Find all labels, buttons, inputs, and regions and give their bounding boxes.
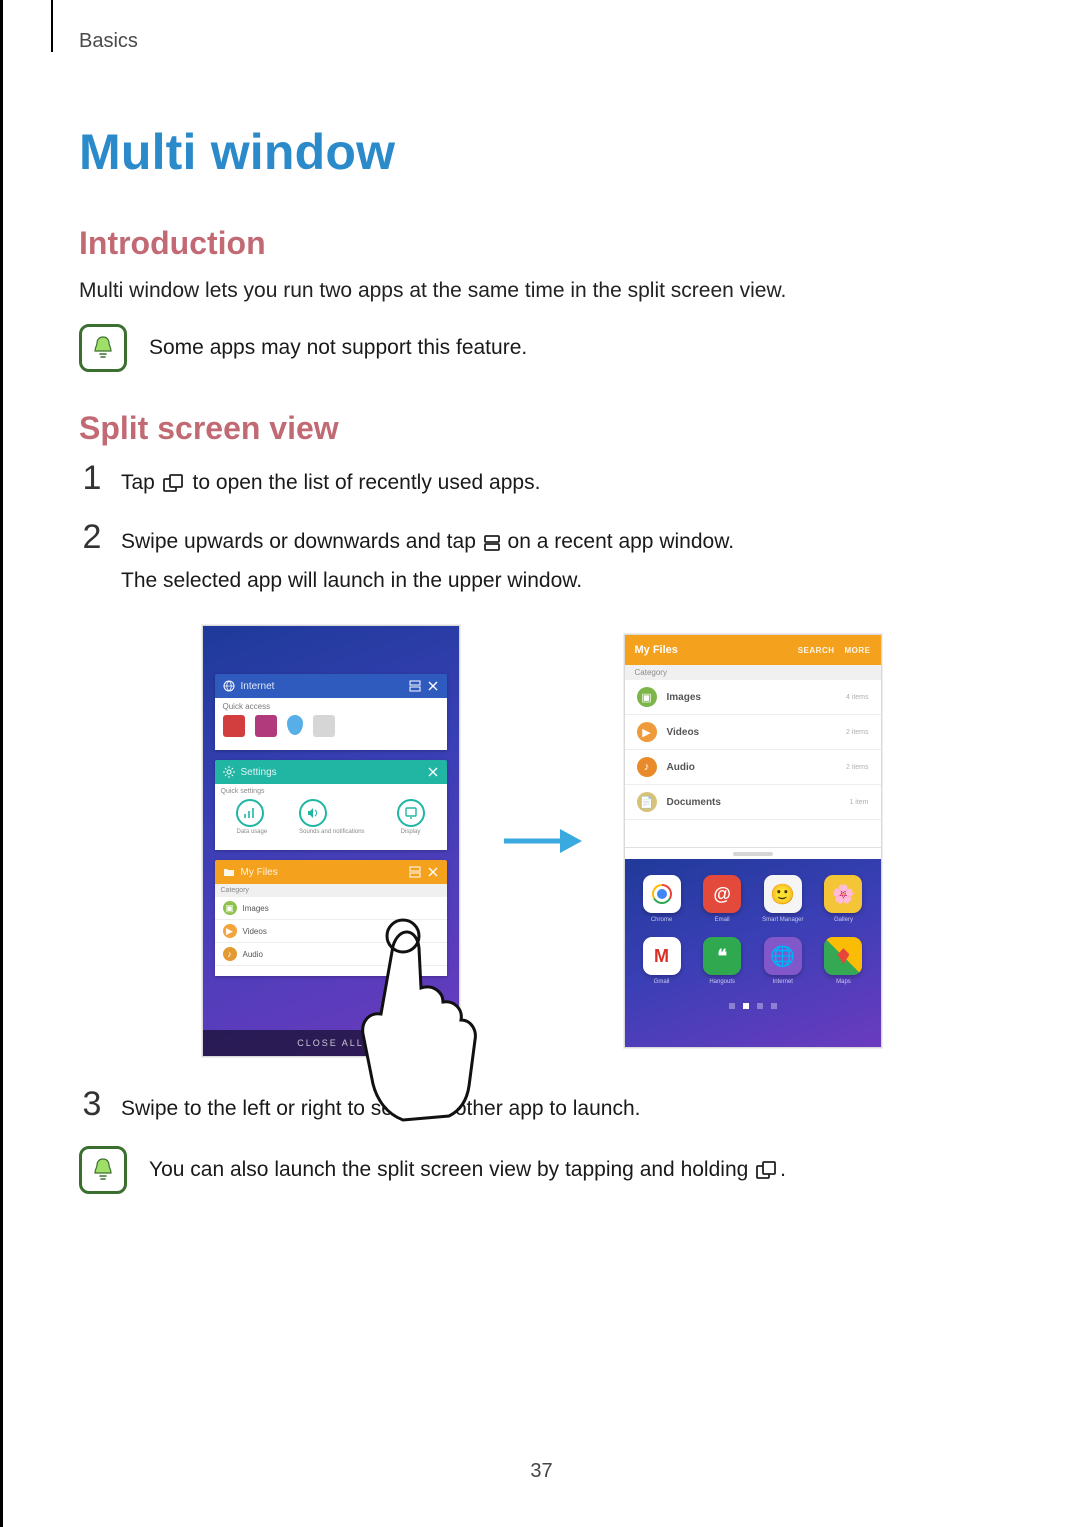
recents-card-settings: Settings Quick settings: [215, 760, 447, 850]
lbl-chrome: Chrome: [651, 917, 672, 923]
pager-dots: [639, 999, 867, 1017]
gallery-icon: 🌸: [824, 875, 862, 913]
close-icon: [427, 766, 439, 778]
note-icon: [79, 1146, 127, 1194]
folder-icon: [223, 866, 235, 878]
li-videos: Videos: [667, 727, 836, 738]
recents-card-myfiles: My Files Category ▣Images: [215, 860, 447, 976]
multiwindow-icon: [409, 866, 421, 878]
li-docs-meta: 1 item: [849, 799, 868, 806]
step-3-body: Swipe to the left or right to select ano…: [121, 1087, 640, 1126]
cap-sound: Sounds and notifications: [299, 829, 364, 835]
recents-internet-title: Internet: [241, 681, 403, 692]
smart-manager-icon: 🙂: [764, 875, 802, 913]
recent-apps-icon: [756, 1161, 778, 1179]
intro-note: Some apps may not support this feature.: [79, 324, 1004, 372]
li-images-meta: 4 items: [846, 694, 869, 701]
globe-icon: [223, 680, 235, 692]
lbl-smart: Smart Manager: [762, 917, 803, 923]
lbl-gallery: Gallery: [834, 917, 853, 923]
figure-left-recents: Internet Quick access: [202, 625, 460, 1057]
gmail-icon: M: [643, 937, 681, 975]
step-number-2: 2: [79, 520, 105, 554]
intro-note-text: Some apps may not support this feature.: [149, 336, 527, 360]
step-1-post: to open the list of recently used apps.: [193, 471, 541, 494]
steps-list: 1 Tap to open the list of recently used …: [79, 461, 1004, 597]
files-title: My Files: [635, 644, 678, 656]
quick-settings-label: Quick settings: [221, 788, 441, 795]
note-icon: [79, 324, 127, 372]
recents-settings-title: Settings: [241, 767, 421, 778]
step-2-line2: The selected app will launch in the uppe…: [121, 565, 734, 598]
upper-pane-myfiles: My Files SEARCH MORE Category ▣ Images 4 i…: [625, 635, 881, 847]
document-icon: 📄: [637, 792, 657, 812]
lbl-hangouts: Hangouts: [709, 979, 735, 985]
chrome-icon: [643, 875, 681, 913]
li-images: Images: [667, 692, 836, 703]
internet-icon: 🌐: [764, 937, 802, 975]
li-audio: Audio: [667, 762, 836, 773]
close-icon: [427, 866, 439, 878]
page-title: Multi window: [79, 123, 1004, 181]
step-1-pre: Tap: [121, 471, 161, 494]
row-images: Images: [243, 904, 269, 913]
row-audio: Audio: [243, 950, 263, 959]
hangouts-icon: ❝: [703, 937, 741, 975]
arrow-right-icon: [500, 825, 584, 857]
lbl-email: Email: [715, 917, 730, 923]
cap-display: Display: [397, 829, 425, 835]
files-category-label: Category: [625, 665, 881, 680]
quick-access-label: Quick access: [223, 702, 439, 711]
lower-pane-app-picker: Chrome @ Email 🙂 Smart Manager 🌸 Gallery MG…: [625, 859, 881, 1047]
li-videos-meta: 2 items: [846, 729, 869, 736]
step-2-body: Swipe upwards or downwards and tap on a …: [121, 520, 734, 597]
email-icon: @: [703, 875, 741, 913]
split-note-post: .: [780, 1158, 786, 1181]
figure-right-splitview: My Files SEARCH MORE Category ▣ Images 4 i…: [624, 634, 882, 1048]
steps-list-continued: 3 Swipe to the left or right to select a…: [79, 1087, 1004, 1126]
intro-heading: Introduction: [79, 225, 1004, 262]
audio-icon: ♪: [637, 757, 657, 777]
row-videos: Videos: [243, 927, 267, 936]
recents-files-title: My Files: [241, 867, 403, 878]
illustration: Internet Quick access: [79, 625, 1004, 1057]
step-number-1: 1: [79, 461, 105, 495]
cap-data-usage: Data usage: [236, 829, 267, 835]
sound-icon: [299, 799, 327, 827]
files-search-button: SEARCH: [798, 646, 835, 655]
close-icon: [427, 680, 439, 692]
category-label: Category: [215, 884, 447, 897]
split-note-text: You can also launch the split screen vie…: [149, 1158, 786, 1182]
step-number-3: 3: [79, 1087, 105, 1121]
page-rule: [51, 0, 53, 52]
intro-body: Multi window lets you run two apps at th…: [79, 276, 1004, 306]
split-divider-handle: [625, 847, 881, 859]
step-2-post: on a recent app window.: [508, 530, 735, 553]
li-audio-meta: 2 items: [846, 764, 869, 771]
recent-apps-icon: [163, 474, 185, 492]
maps-icon: [824, 937, 862, 975]
li-docs: Documents: [667, 797, 840, 808]
step-1-body: Tap to open the list of recently used ap…: [121, 461, 540, 500]
multiwindow-icon: [409, 680, 421, 692]
split-note-pre: You can also launch the split screen vie…: [149, 1158, 754, 1181]
recents-card-internet: Internet Quick access: [215, 674, 447, 750]
running-head: Basics: [79, 30, 1004, 53]
lbl-internet: Internet: [773, 979, 793, 985]
close-all-button: CLOSE ALL: [203, 1030, 459, 1056]
display-icon: [397, 799, 425, 827]
split-heading: Split screen view: [79, 410, 1004, 447]
step-2-pre: Swipe upwards or downwards and tap: [121, 530, 482, 553]
data-usage-icon: [236, 799, 264, 827]
files-more-button: MORE: [845, 646, 871, 655]
lbl-maps: Maps: [836, 979, 851, 985]
split-note: You can also launch the split screen vie…: [79, 1146, 1004, 1194]
page-content: Basics Multi window Introduction Multi w…: [79, 30, 1004, 1232]
lbl-gmail: Gmail: [654, 979, 670, 985]
image-icon: ▣: [637, 687, 657, 707]
page-number: 37: [3, 1460, 1080, 1483]
multiwindow-icon: [484, 535, 500, 551]
gear-icon: [223, 766, 235, 778]
video-icon: ▶: [637, 722, 657, 742]
